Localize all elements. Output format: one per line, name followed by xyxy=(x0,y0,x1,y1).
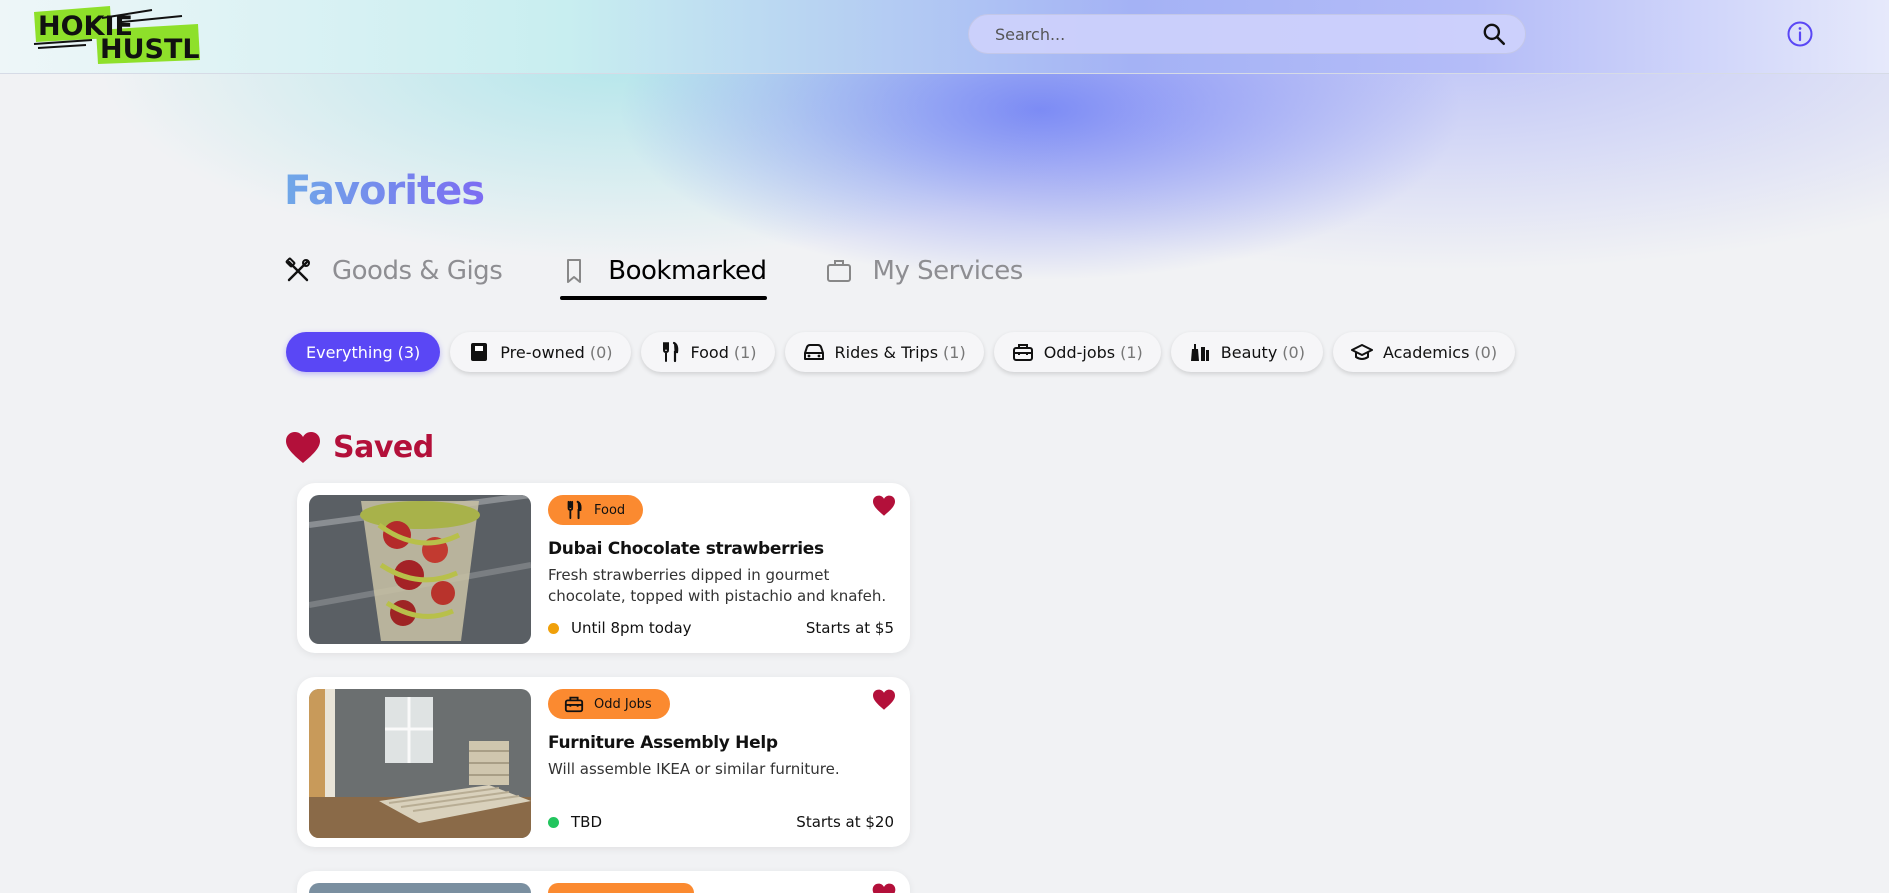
listing-card[interactable]: Odd Jobs Furniture Assembly Help Will as… xyxy=(297,677,910,847)
listing-image xyxy=(309,883,531,893)
tab-label: Bookmarked xyxy=(608,256,767,286)
saved-title: Saved xyxy=(333,430,434,465)
category-label: Odd Jobs xyxy=(594,696,652,712)
bookmark-icon xyxy=(567,259,582,283)
filter-odd-jobs[interactable]: Odd-jobs (1) xyxy=(993,332,1161,372)
listing-image xyxy=(309,495,531,644)
status-dot xyxy=(548,622,559,634)
heart-icon xyxy=(286,431,320,463)
listing-status: TBD xyxy=(548,813,602,831)
hokie-hustle-logo[interactable]: HOKIE HUSTLE xyxy=(32,4,218,66)
filter-count: (0) xyxy=(589,342,613,362)
listing-price: Starts at $20 xyxy=(796,813,894,831)
car-icon xyxy=(803,344,824,360)
listing-description: Will assemble IKEA or similar furniture. xyxy=(548,760,840,778)
favorite-heart-icon[interactable] xyxy=(872,689,896,711)
beauty-icon xyxy=(1190,344,1209,361)
briefcase-icon xyxy=(826,260,851,282)
tab-my-services[interactable]: My Services xyxy=(825,248,1023,294)
status-dot xyxy=(548,816,559,828)
tab-label: Goods & Gigs xyxy=(332,256,503,286)
graduation-cap-icon xyxy=(1350,344,1373,360)
category-label: Food xyxy=(594,502,626,518)
status-text: Until 8pm today xyxy=(571,619,692,637)
filter-beauty[interactable]: Beauty (0) xyxy=(1170,332,1323,372)
tab-goods-gigs[interactable]: Goods & Gigs xyxy=(284,248,503,294)
filter-food[interactable]: Food (1) xyxy=(640,332,775,372)
filter-label: Rides & Trips xyxy=(834,342,939,362)
listing-card-partial[interactable] xyxy=(297,871,910,893)
box-icon xyxy=(471,343,488,361)
filter-label: Academics xyxy=(1382,342,1470,362)
listing-price: Starts at $5 xyxy=(805,619,894,637)
utensils-icon xyxy=(662,341,678,363)
filter-label: Odd-jobs xyxy=(1043,342,1116,362)
category-badge: Food xyxy=(548,495,644,525)
info-icon[interactable] xyxy=(1786,20,1814,48)
listing-description: Fresh strawberries dipped in gourmet cho… xyxy=(548,566,887,605)
filter-count: (1) xyxy=(733,342,757,362)
page-title: Favorites xyxy=(284,168,485,214)
tab-label: My Services xyxy=(872,256,1024,286)
utensils-icon xyxy=(567,500,582,520)
tab-bar: Goods & Gigs Bookmarked My Services xyxy=(284,248,1081,300)
listing-image xyxy=(309,689,531,838)
search-input[interactable] xyxy=(995,24,1481,44)
category-badge: Odd Jobs xyxy=(548,689,670,719)
filter-count: (1) xyxy=(1120,342,1143,362)
filter-label: Food xyxy=(690,342,729,362)
category-badge xyxy=(548,883,694,893)
top-bar: HOKIE HUSTLE xyxy=(0,0,1889,74)
saved-section-heading: Saved xyxy=(285,430,434,465)
filter-rides-trips[interactable]: Rides & Trips (1) xyxy=(784,332,984,372)
toolbox-icon xyxy=(1012,344,1033,361)
filter-count: (0) xyxy=(1474,342,1498,362)
filter-count: (0) xyxy=(1282,342,1305,362)
category-filters: Everything (3) Pre-owned (0) Food (1) Rides… xyxy=(286,332,1525,372)
filter-academics[interactable]: Academics (0) xyxy=(1332,332,1516,372)
favorite-heart-icon[interactable] xyxy=(872,495,896,517)
listing-status: Until 8pm today xyxy=(548,619,692,637)
favorite-heart-icon[interactable] xyxy=(872,883,896,893)
filter-count: (1) xyxy=(943,342,966,362)
filter-everything[interactable]: Everything (3) xyxy=(286,332,441,372)
listing-card[interactable]: Food Dubai Chocolate strawberries Fresh … xyxy=(297,483,910,653)
filter-label: Beauty xyxy=(1220,342,1278,362)
filter-pre-owned[interactable]: Pre-owned (0) xyxy=(450,332,631,372)
search-bar[interactable] xyxy=(968,14,1526,54)
tools-icon xyxy=(285,257,310,282)
listing-title[interactable]: Furniture Assembly Help xyxy=(548,733,778,753)
svg-text:HUSTLE: HUSTLE xyxy=(100,34,202,65)
status-text: TBD xyxy=(571,813,603,831)
listing-title[interactable]: Dubai Chocolate strawberries xyxy=(548,539,824,559)
filter-label: Pre-owned xyxy=(500,342,585,362)
filter-label: Everything xyxy=(306,342,393,362)
toolbox-icon xyxy=(564,696,584,713)
search-icon[interactable] xyxy=(1481,21,1507,47)
filter-count: (3) xyxy=(397,342,421,362)
tab-bookmarked[interactable]: Bookmarked xyxy=(560,248,767,300)
